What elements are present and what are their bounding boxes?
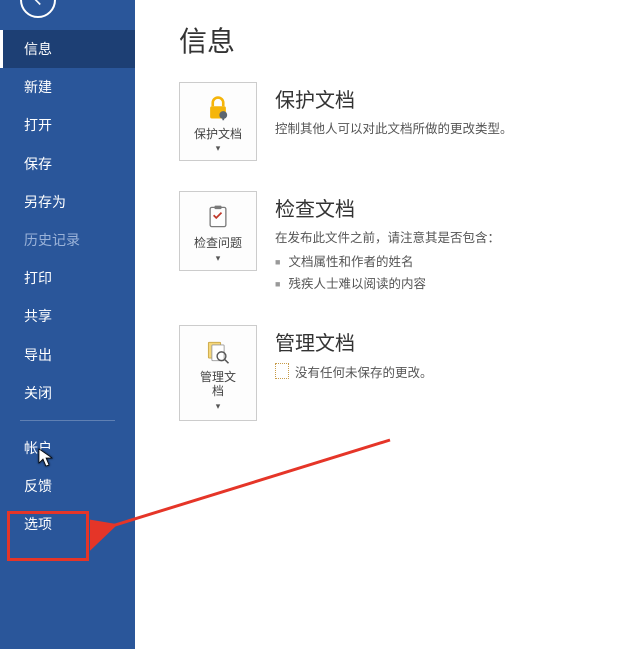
backstage-sidebar: 信息新建打开保存另存为历史记录打印共享导出关闭帐户反馈选项 bbox=[0, 0, 135, 649]
sidebar-item-0[interactable]: 信息 bbox=[0, 30, 135, 68]
main-content: 信息 保护文档 ▾ 保护文档 控制其他人可以对此文档所做的更改类型。 bbox=[135, 0, 625, 649]
manage-document-desc: 没有任何未保存的更改。 bbox=[295, 362, 433, 381]
manage-document-button-label: 管理文 档 bbox=[184, 370, 252, 399]
inspect-bullets: 文档属性和作者的姓名残疾人士难以阅读的内容 bbox=[275, 252, 601, 295]
sidebar-footer-item-2[interactable]: 选项 bbox=[0, 505, 135, 543]
sidebar-separator bbox=[20, 420, 115, 421]
manage-document-desc-row: 没有任何未保存的更改。 bbox=[275, 362, 601, 381]
sidebar-item-8[interactable]: 导出 bbox=[0, 336, 135, 374]
sidebar-item-4[interactable]: 另存为 bbox=[0, 183, 135, 221]
manage-icon bbox=[184, 336, 252, 366]
inspect-document-button[interactable]: 检查问题 ▾ bbox=[179, 191, 257, 270]
chevron-down-icon: ▾ bbox=[184, 253, 252, 264]
sidebar-item-1[interactable]: 新建 bbox=[0, 68, 135, 106]
inspect-document-button-label: 检查问题 bbox=[184, 236, 252, 250]
arrow-left-icon bbox=[29, 0, 47, 9]
manage-document-title: 管理文档 bbox=[275, 327, 601, 356]
sidebar-item-5: 历史记录 bbox=[0, 221, 135, 259]
sidebar-footer-item-1[interactable]: 反馈 bbox=[0, 467, 135, 505]
sidebar-item-6[interactable]: 打印 bbox=[0, 259, 135, 297]
inspect-document-title: 检查文档 bbox=[275, 193, 601, 222]
protect-document-desc: 控制其他人可以对此文档所做的更改类型。 bbox=[275, 119, 601, 139]
inspect-icon bbox=[184, 202, 252, 232]
sidebar-item-3[interactable]: 保存 bbox=[0, 145, 135, 183]
cursor-icon bbox=[38, 448, 54, 468]
chevron-down-icon: ▾ bbox=[184, 401, 252, 412]
inspect-bullet-0: 文档属性和作者的姓名 bbox=[275, 252, 601, 273]
protect-document-button[interactable]: 保护文档 ▾ bbox=[179, 82, 257, 161]
page-icon bbox=[275, 363, 289, 379]
lock-icon bbox=[184, 93, 252, 123]
inspect-document-section: 检查问题 ▾ 检查文档 在发布此文件之前，请注意其是否包含： 文档属性和作者的姓… bbox=[179, 191, 601, 295]
sidebar-item-2[interactable]: 打开 bbox=[0, 106, 135, 144]
inspect-document-desc: 在发布此文件之前，请注意其是否包含： bbox=[275, 228, 601, 248]
sidebar-item-9[interactable]: 关闭 bbox=[0, 374, 135, 412]
chevron-down-icon: ▾ bbox=[184, 143, 252, 154]
sidebar-item-7[interactable]: 共享 bbox=[0, 297, 135, 335]
protect-document-section: 保护文档 ▾ 保护文档 控制其他人可以对此文档所做的更改类型。 bbox=[179, 82, 601, 161]
protect-document-button-label: 保护文档 bbox=[184, 127, 252, 141]
inspect-bullet-1: 残疾人士难以阅读的内容 bbox=[275, 274, 601, 295]
page-title: 信息 bbox=[179, 20, 601, 60]
back-button[interactable] bbox=[20, 0, 56, 18]
manage-document-button[interactable]: 管理文 档 ▾ bbox=[179, 325, 257, 421]
sidebar-footer-item-0[interactable]: 帐户 bbox=[0, 429, 135, 467]
protect-document-title: 保护文档 bbox=[275, 84, 601, 113]
manage-document-section: 管理文 档 ▾ 管理文档 没有任何未保存的更改。 bbox=[179, 325, 601, 421]
